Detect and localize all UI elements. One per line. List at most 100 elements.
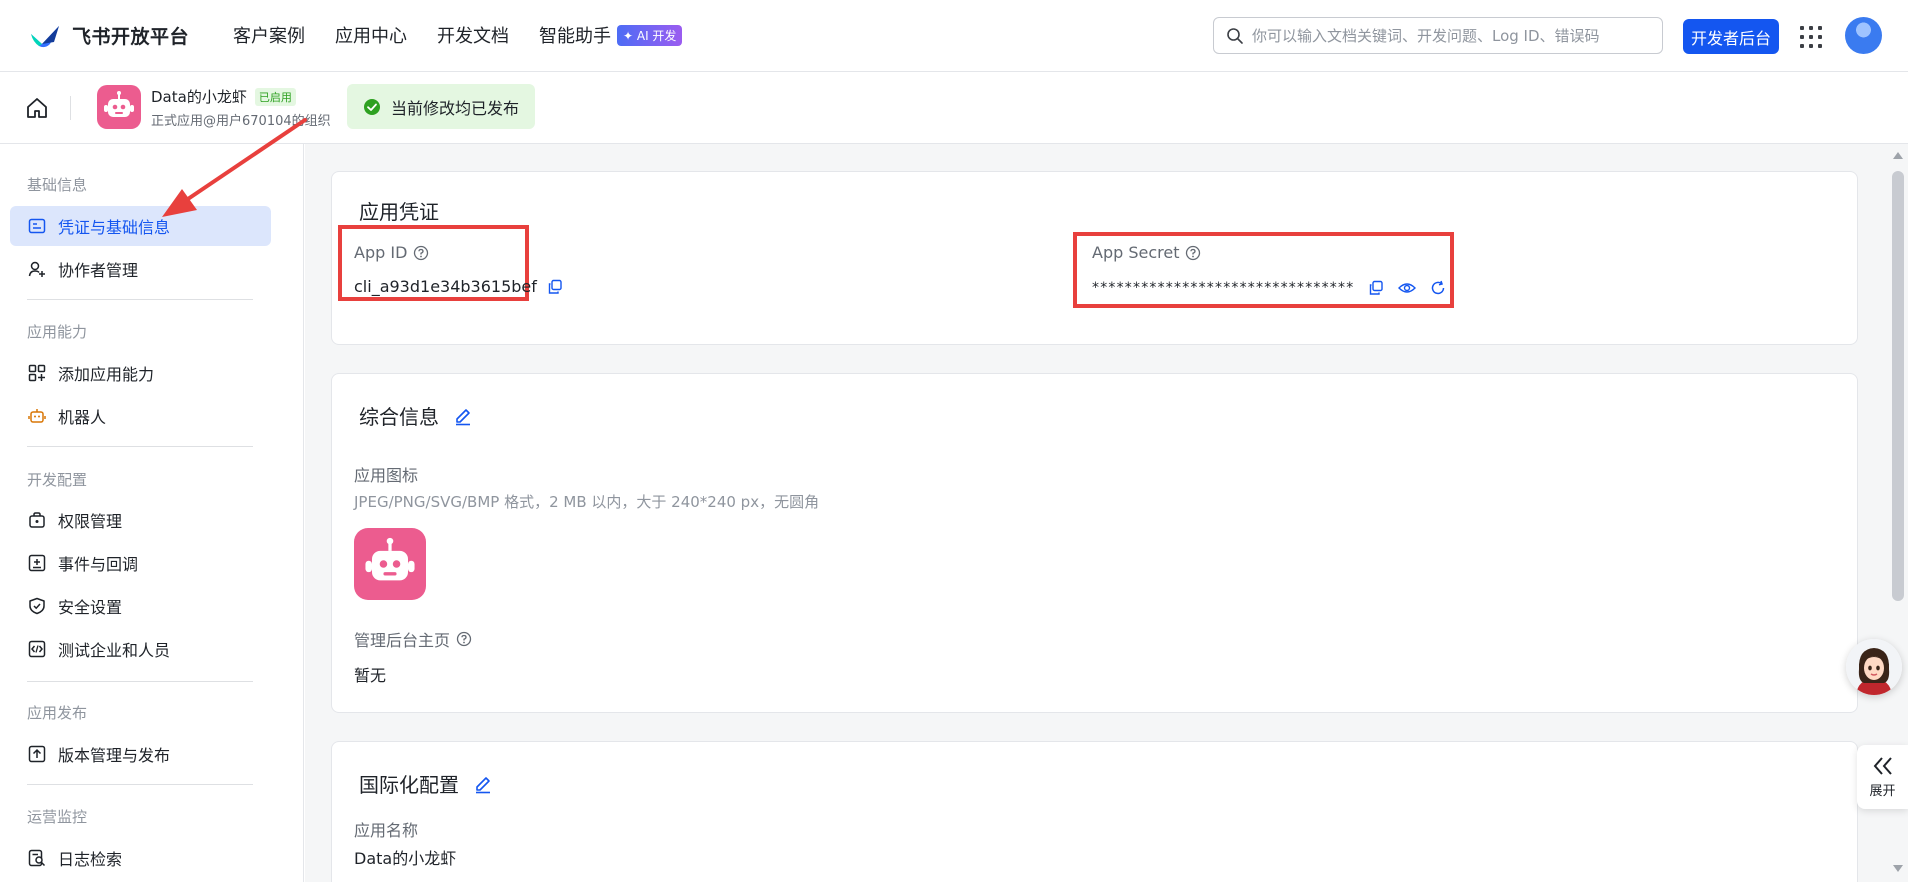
help-icon[interactable] [413, 245, 429, 261]
divider [27, 681, 253, 682]
user-add-icon [28, 261, 45, 277]
nav-smart-assistant[interactable]: 智能助手 ✦ AI 开发 [539, 22, 683, 48]
top-navigation: 飞书开放平台 客户案例 应用中心 开发文档 智能助手 ✦ AI 开发 开发者后台 [0, 0, 1908, 72]
edit-icon[interactable] [453, 406, 473, 426]
i18n-title: 国际化配置 [359, 773, 459, 797]
sidebar-item-label: 协作者管理 [58, 261, 139, 280]
scroll-up-arrow[interactable] [1893, 152, 1903, 159]
sidebar-item-label: 安全设置 [58, 598, 123, 617]
scrollbar-thumb[interactable] [1892, 171, 1904, 601]
edit-icon[interactable] [473, 774, 493, 794]
search-box[interactable] [1213, 17, 1663, 54]
i18n-card: 国际化配置 应用名称 Data的小龙虾 [331, 741, 1858, 882]
search-icon [1227, 27, 1243, 44]
app-grid-icon[interactable] [1800, 26, 1822, 48]
app-name-value: Data的小龙虾 [354, 849, 457, 868]
feishu-logo-icon [31, 26, 59, 48]
general-info-card: 综合信息 应用图标 JPEG/PNG/SVG/BMP 格式，2 MB 以内，大于… [331, 373, 1858, 713]
credentials-card: 应用凭证 App ID cli_a93d1e34b3615bef App Sec… [331, 171, 1858, 345]
expand-label: 展开 [1869, 783, 1896, 799]
sidebar-item-security[interactable]: 安全设置 [10, 586, 271, 626]
robot-icon [104, 91, 134, 117]
app-name: Data的小龙虾 已启用 [151, 86, 296, 107]
assistant-avatar[interactable] [1846, 639, 1902, 695]
sidebar-item-label: 测试企业和人员 [58, 641, 171, 660]
app-secret-label: App Secret [1092, 243, 1201, 262]
app-header: Data的小龙虾 已启用 正式应用@用户670104的组织 当前修改均已发布 [0, 72, 1908, 144]
sidebar-group-capabilities: 应用能力 [27, 323, 88, 341]
divider [27, 446, 253, 447]
sidebar-item-log-search[interactable]: 日志检索 [10, 838, 271, 878]
sidebar-item-test-org[interactable]: 测试企业和人员 [10, 629, 271, 669]
sidebar-group-release: 应用发布 [27, 704, 88, 722]
sidebar: 基础信息 凭证与基础信息 协作者管理 应用能力 添加应用能力 机器人 开发配置 … [0, 144, 304, 882]
brand[interactable]: 飞书开放平台 [28, 18, 189, 52]
lock-bag-icon [29, 512, 45, 528]
sidebar-item-permissions[interactable]: 权限管理 [10, 500, 271, 540]
app-subtitle: 正式应用@用户670104的组织 [151, 114, 331, 129]
status-badge: 已启用 [254, 87, 296, 106]
sidebar-item-label: 机器人 [58, 408, 107, 427]
refresh-icon[interactable] [1430, 280, 1446, 296]
log-search-icon [28, 849, 46, 867]
check-circle-icon [364, 98, 380, 115]
brand-name: 飞书开放平台 [72, 25, 190, 48]
sidebar-item-label: 凭证与基础信息 [58, 218, 171, 237]
home-icon[interactable] [25, 96, 49, 120]
app-icon-hint: JPEG/PNG/SVG/BMP 格式，2 MB 以内，大于 240*240 p… [354, 493, 820, 511]
admin-home-value: 暂无 [354, 666, 387, 685]
user-avatar[interactable] [1845, 17, 1882, 54]
sidebar-item-versions[interactable]: 版本管理与发布 [10, 734, 271, 774]
assistant-character-icon [1846, 639, 1902, 695]
expand-button[interactable]: 展开 [1857, 745, 1908, 809]
sidebar-item-add-capability[interactable]: 添加应用能力 [10, 353, 271, 393]
sidebar-group-basic: 基础信息 [27, 176, 88, 194]
eye-icon[interactable] [1398, 280, 1417, 296]
robot-icon [28, 409, 46, 423]
app-id-label-text: App ID [354, 243, 408, 262]
admin-home-label: 管理后台主页 [354, 627, 472, 651]
help-icon[interactable] [1185, 245, 1201, 261]
double-chevron-left-icon [1873, 756, 1892, 775]
app-id-label: App ID [354, 243, 429, 262]
main-content: 应用凭证 App ID cli_a93d1e34b3615bef App Sec… [305, 144, 1908, 882]
admin-home-label-text: 管理后台主页 [354, 631, 451, 650]
nav-customer-cases[interactable]: 客户案例 [233, 22, 305, 48]
sidebar-item-label: 添加应用能力 [58, 365, 155, 384]
divider [27, 784, 253, 785]
copy-icon[interactable] [1368, 280, 1384, 296]
nav-smart-assistant-label: 智能助手 [539, 26, 611, 47]
help-icon[interactable] [456, 631, 472, 647]
copy-icon[interactable] [547, 279, 563, 295]
app-secret-value: ******************************** [1092, 280, 1446, 296]
sidebar-item-events[interactable]: 事件与回调 [10, 543, 271, 583]
app-name-text: Data的小龙虾 [151, 88, 247, 106]
app-id-text: cli_a93d1e34b3615bef [354, 277, 537, 296]
scroll-down-arrow[interactable] [1893, 865, 1903, 872]
developer-console-button[interactable]: 开发者后台 [1683, 19, 1780, 54]
nav-app-center[interactable]: 应用中心 [335, 22, 407, 48]
search-input[interactable] [1252, 26, 1652, 45]
sidebar-group-monitoring: 运营监控 [27, 808, 88, 826]
event-icon [28, 554, 46, 572]
shield-check-icon [29, 597, 45, 615]
card-title: 国际化配置 [359, 769, 493, 798]
sidebar-item-bot[interactable]: 机器人 [10, 396, 271, 436]
app-icon-label: 应用图标 [354, 466, 419, 485]
app-secret-text: ******************************** [1092, 280, 1355, 296]
app-id-value: cli_a93d1e34b3615bef [354, 277, 563, 296]
sidebar-group-dev-config: 开发配置 [27, 471, 88, 489]
sidebar-item-collaborators[interactable]: 协作者管理 [10, 249, 271, 289]
apps-add-icon [28, 364, 46, 382]
app-secret-label-text: App Secret [1092, 243, 1180, 262]
ai-dev-badge: ✦ AI 开发 [617, 24, 683, 46]
robot-icon [365, 537, 415, 581]
app-icon-preview[interactable] [354, 528, 426, 600]
nav-dev-docs[interactable]: 开发文档 [437, 22, 509, 48]
sidebar-item-label: 事件与回调 [58, 555, 139, 574]
app-avatar [97, 85, 141, 129]
id-card-icon [28, 218, 46, 234]
sidebar-item-label: 日志检索 [58, 850, 123, 869]
sidebar-item-credentials[interactable]: 凭证与基础信息 [10, 206, 271, 246]
divider [70, 96, 71, 120]
